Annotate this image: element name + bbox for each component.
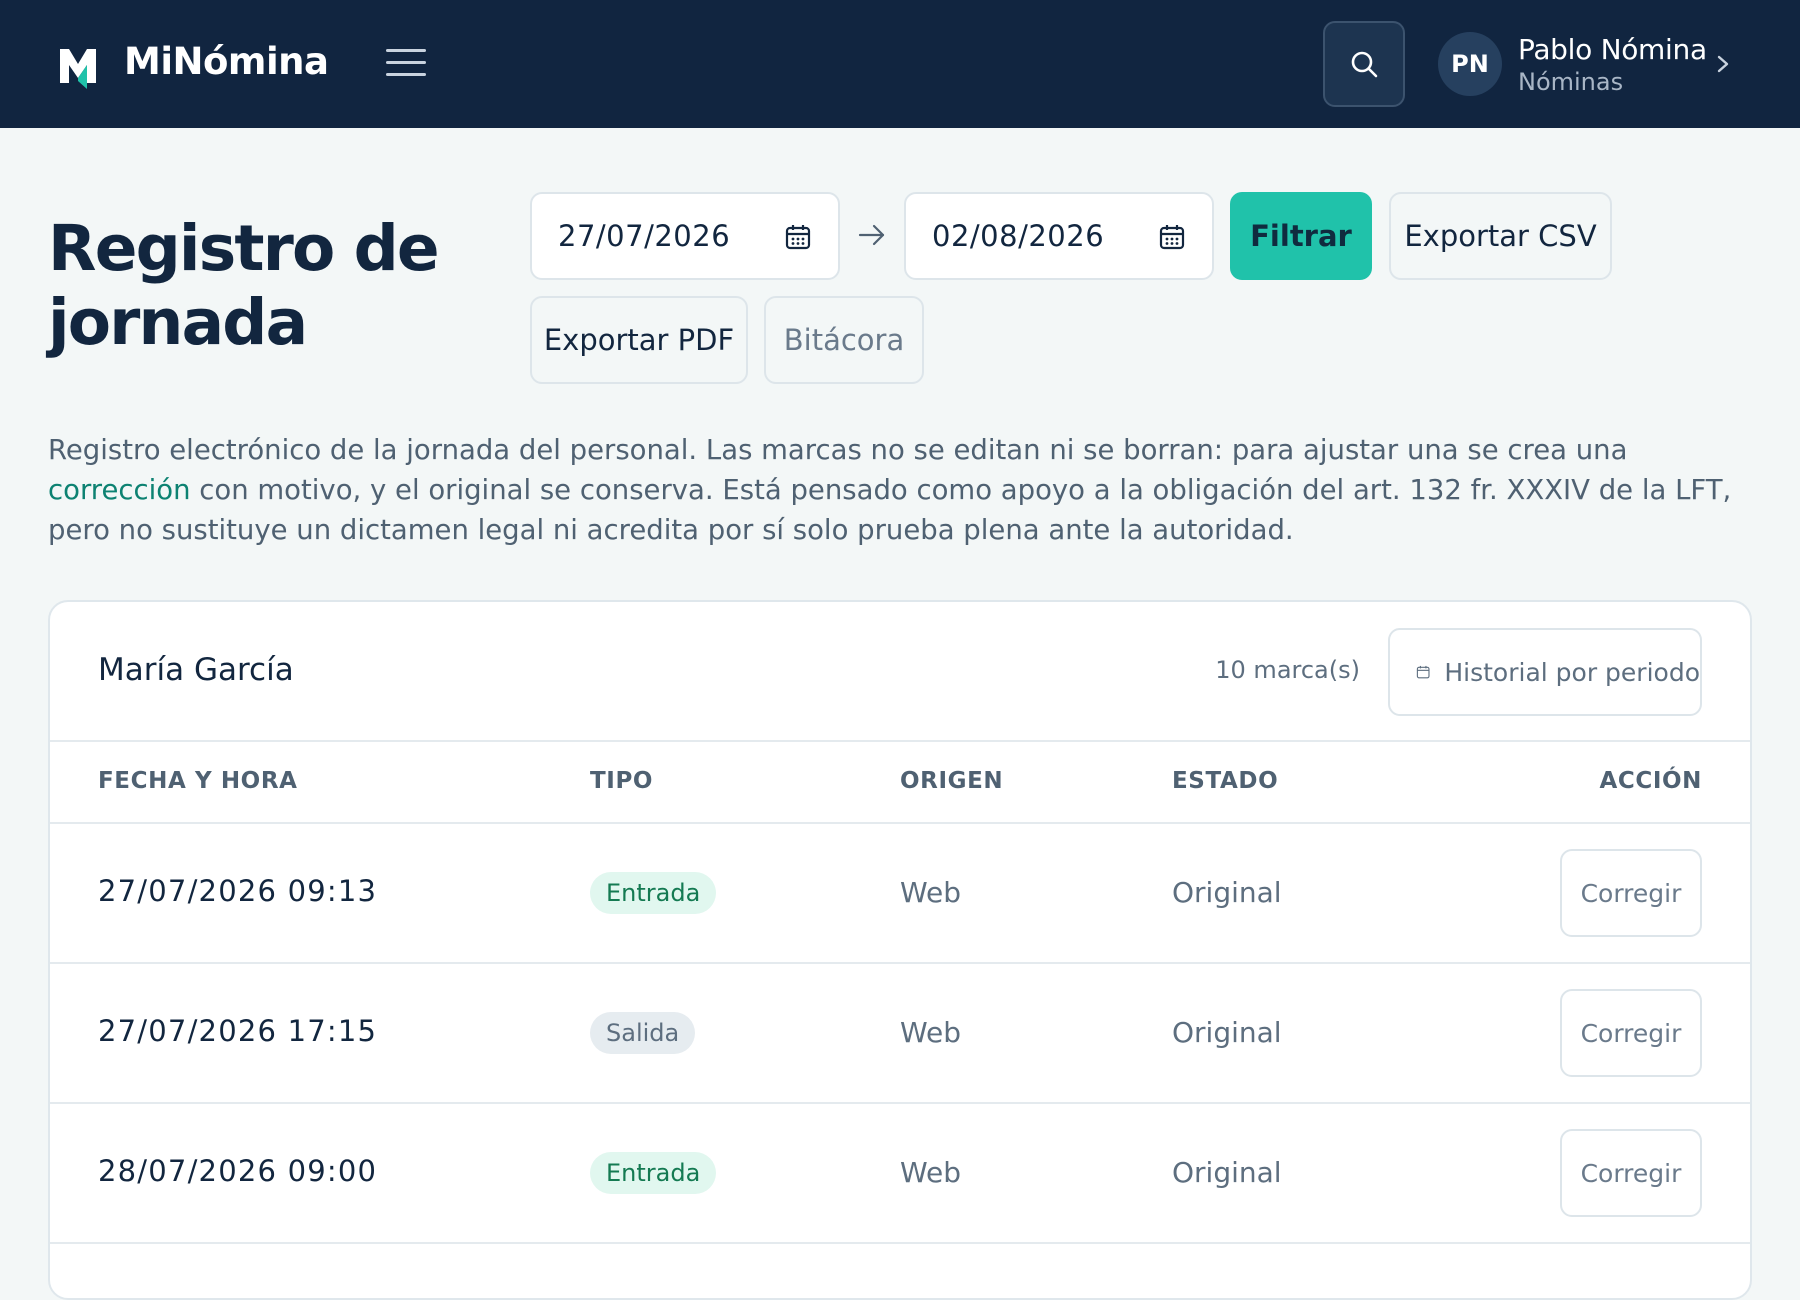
date-from-input[interactable]: 27/07/2026 [530,192,840,280]
calendar-icon [1416,665,1430,679]
date-from-value: 27/07/2026 [558,219,731,253]
table-row: 27/07/2026 17:15 Salida Web Original Cor… [50,964,1750,1102]
row-state: Original [1172,1016,1282,1049]
type-badge: Entrada [590,1152,717,1194]
row-origin: Web [900,876,962,909]
chevron-right-icon[interactable] [1712,50,1734,78]
export-csv-button[interactable]: Exportar CSV [1389,192,1612,280]
correct-button[interactable]: Corregir [1560,849,1702,937]
export-pdf-button[interactable]: Exportar PDF [530,296,748,384]
table-row: 28/07/2026 09:00 Entrada Web Original Co… [50,1104,1750,1242]
user-role: Nóminas [1518,68,1624,96]
column-header-action: ACCIÓN [1599,768,1702,794]
history-button[interactable]: Historial por periodo [1388,628,1702,716]
type-badge: Salida [590,1012,696,1054]
date-to-value: 02/08/2026 [932,219,1105,253]
type-badge: Entrada [590,872,717,914]
logo-icon [60,49,96,89]
search-button[interactable] [1323,21,1405,107]
filter-button[interactable]: Filtrar [1230,192,1372,280]
row-datetime: 27/07/2026 17:15 [98,1014,378,1048]
calendar-icon[interactable] [784,223,812,251]
avatar[interactable]: PN [1438,32,1502,96]
history-label: Historial por periodo [1444,657,1700,687]
search-icon [1351,51,1378,78]
correct-button[interactable]: Corregir [1560,1129,1702,1217]
column-header-datetime: FECHA Y HORA [98,768,298,794]
divider [50,740,1750,742]
intro-text: Registro electrónico de la jornada del p… [48,430,1748,550]
page-title: Registro de jornada [48,212,440,359]
row-state: Original [1172,1156,1282,1189]
table-row: 27/07/2026 09:13 Entrada Web Original Co… [50,824,1750,962]
date-to-input[interactable]: 02/08/2026 [904,192,1214,280]
row-origin: Web [900,1016,962,1049]
correct-button[interactable]: Corregir [1560,989,1702,1077]
divider [50,1242,1750,1244]
row-datetime: 27/07/2026 09:13 [98,874,378,908]
arrow-right-icon [858,224,885,246]
user-name[interactable]: Pablo Nómina [1518,33,1707,66]
row-datetime: 28/07/2026 09:00 [98,1154,378,1188]
correction-link[interactable]: corrección [48,474,191,506]
row-origin: Web [900,1156,962,1189]
column-header-state: ESTADO [1172,768,1279,794]
intro-text-end: con motivo, y el original se conserva. E… [48,474,1732,546]
column-header-type: TIPO [590,768,654,794]
marks-count: 10 marca(s) [1215,656,1360,684]
employee-name: María García [98,652,294,688]
log-button[interactable]: Bitácora [764,296,924,384]
column-header-origin: ORIGEN [900,768,1004,794]
top-bar: MiNómina PN Pablo Nómina Nóminas [0,0,1800,128]
intro-text-start: Registro electrónico de la jornada del p… [48,434,1628,466]
menu-icon[interactable] [386,49,426,79]
calendar-icon[interactable] [1158,223,1186,251]
row-state: Original [1172,876,1282,909]
employee-card: María García 10 marca(s) Historial por p… [48,600,1752,1300]
app-name: MiNómina [124,40,329,83]
